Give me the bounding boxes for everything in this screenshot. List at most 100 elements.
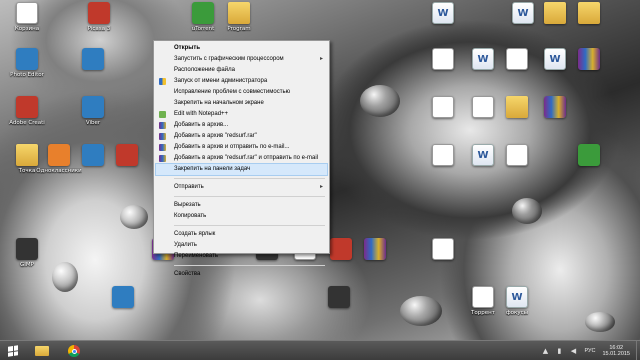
- desktop-icon[interactable]: [566, 48, 612, 98]
- menu-item-label: Добавить в архив и отправить по e-mail..…: [174, 144, 290, 150]
- menu-item[interactable]: Добавить в архив "redsurf.rar": [156, 131, 327, 142]
- clock[interactable]: 16:02 15.01.2015: [602, 345, 630, 357]
- desktop-icon[interactable]: [352, 238, 398, 288]
- doc-icon: [432, 48, 454, 70]
- menu-item-label: Запустить с графическим процессором: [174, 56, 284, 62]
- menu-item-label: Отправить: [174, 184, 204, 190]
- water-drop: [512, 198, 542, 224]
- word-icon: W: [512, 2, 534, 24]
- volume-icon[interactable]: ◀: [568, 346, 578, 356]
- menu-item[interactable]: Копировать: [156, 211, 327, 222]
- desktop-icon[interactable]: Корзина: [4, 2, 50, 52]
- app-icon: [82, 144, 104, 166]
- menu-item[interactable]: Вырезать: [156, 200, 327, 211]
- menu-item-label: Закрепить на панели задач: [174, 166, 251, 172]
- menu-item-label: Копировать: [174, 213, 207, 219]
- menu-separator: [174, 225, 325, 226]
- context-menu: Открыть Запустить с графическим процессор…: [153, 40, 330, 277]
- menu-item-label: Добавить в архив...: [174, 122, 229, 128]
- doc-icon: [432, 96, 454, 118]
- desktop-icon[interactable]: Picasa 3: [76, 2, 122, 52]
- word-icon: W: [544, 48, 566, 70]
- menu-item[interactable]: Edit with Notepad++: [156, 109, 327, 120]
- desktop-icon[interactable]: GIMP: [4, 238, 50, 288]
- desktop-icon[interactable]: Photo Editor: [4, 48, 50, 98]
- desktop-icon[interactable]: [420, 238, 466, 288]
- menu-item[interactable]: Добавить в архив "redsurf.rar" и отправи…: [156, 153, 327, 164]
- menu-item-label: Исправление проблем с совместимостью: [174, 89, 291, 95]
- desktop-icon[interactable]: [566, 144, 612, 194]
- red-icon: [16, 96, 38, 118]
- chevron-up-icon[interactable]: ▲: [540, 346, 550, 356]
- menu-item[interactable]: Свойства: [156, 269, 327, 280]
- taskbar: ▲ ▮ ◀ РУС 16:02 15.01.2015: [0, 340, 640, 360]
- menu-item[interactable]: Создать ярлык: [156, 229, 327, 240]
- windows-logo-icon: [8, 345, 18, 357]
- chrome-taskbar-button[interactable]: [62, 342, 86, 360]
- doc-icon: [472, 286, 494, 308]
- desktop-icon[interactable]: [100, 286, 146, 336]
- rar-icon: [159, 155, 166, 162]
- water-drop: [400, 296, 442, 326]
- folder-icon: [578, 2, 600, 24]
- menu-item[interactable]: Добавить в архив...: [156, 120, 327, 131]
- red-icon: [88, 2, 110, 24]
- folder-icon: [506, 96, 528, 118]
- desktop-icon-label: Viber: [85, 120, 101, 126]
- menu-item[interactable]: Закрепить на панели задач: [155, 163, 328, 176]
- menu-item-label: Расположение файла: [174, 67, 235, 73]
- menu-item-label: Закрепить на начальном экране: [174, 100, 264, 106]
- start-button[interactable]: [2, 342, 24, 360]
- desktop-icon-label: GIMP: [20, 262, 34, 268]
- desktop-icon[interactable]: [494, 144, 540, 194]
- submenu-arrow-icon: ▸: [319, 184, 323, 190]
- doc-icon: [472, 96, 494, 118]
- system-tray: ▲ ▮ ◀ РУС 16:02 15.01.2015: [538, 341, 640, 360]
- desktop-icon[interactable]: [532, 96, 578, 146]
- menu-item[interactable]: Отправить ▸: [156, 182, 327, 193]
- desktop-icon[interactable]: [566, 2, 612, 52]
- rar-icon: [159, 122, 166, 129]
- desktop-icon[interactable]: Viber: [70, 96, 116, 146]
- menu-item-label: Добавить в архив "redsurf.rar": [174, 133, 257, 139]
- desktop-icon-label: Photo Editor: [10, 72, 44, 78]
- menu-item[interactable]: Открыть: [156, 43, 327, 54]
- show-desktop-button[interactable]: [636, 341, 640, 360]
- rar-icon: [578, 48, 600, 70]
- menu-item[interactable]: Запуск от имени администратора: [156, 76, 327, 87]
- rar-icon: [544, 96, 566, 118]
- desktop-icon[interactable]: [104, 144, 150, 194]
- desktop-icon-label: Корзина: [14, 26, 40, 32]
- desktop-icon[interactable]: [316, 286, 362, 336]
- menu-item[interactable]: Расположение файла: [156, 65, 327, 76]
- network-icon[interactable]: ▮: [554, 346, 564, 356]
- menu-item-label: Удалить: [174, 242, 197, 248]
- water-drop: [360, 85, 400, 117]
- doc-icon: [506, 48, 528, 70]
- water-drop: [52, 262, 78, 292]
- menu-item-label: Создать ярлык: [174, 231, 216, 237]
- menu-item[interactable]: Добавить в архив и отправить по e-mail..…: [156, 142, 327, 153]
- desktop-icon[interactable]: W: [420, 2, 466, 52]
- folder-icon: [544, 2, 566, 24]
- menu-item-label: Edit with Notepad++: [174, 111, 229, 117]
- menu-item-label: Запуск от имени администратора: [174, 78, 268, 84]
- word-icon: W: [432, 2, 454, 24]
- menu-item[interactable]: Переименовать: [156, 251, 327, 262]
- menu-item[interactable]: Закрепить на начальном экране: [156, 98, 327, 109]
- desktop-icon[interactable]: [70, 48, 116, 98]
- submenu-arrow-icon: ▸: [319, 56, 323, 62]
- rar-icon: [159, 144, 166, 151]
- file-explorer-taskbar-button[interactable]: [30, 342, 54, 360]
- menu-item[interactable]: Удалить: [156, 240, 327, 251]
- menu-item[interactable]: Запустить с графическим процессором ▸: [156, 54, 327, 65]
- language-indicator[interactable]: РУС: [584, 348, 595, 354]
- rar-icon: [364, 238, 386, 260]
- menu-item[interactable]: Исправление проблем с совместимостью: [156, 87, 327, 98]
- desktop-icon[interactable]: Wфокусы: [494, 286, 540, 336]
- orange-icon: [48, 144, 70, 166]
- menu-item-label: Свойства: [174, 271, 201, 277]
- green-icon: [192, 2, 214, 24]
- doc-icon: [16, 2, 38, 24]
- desktop-icon[interactable]: Adobe Creati: [4, 96, 50, 146]
